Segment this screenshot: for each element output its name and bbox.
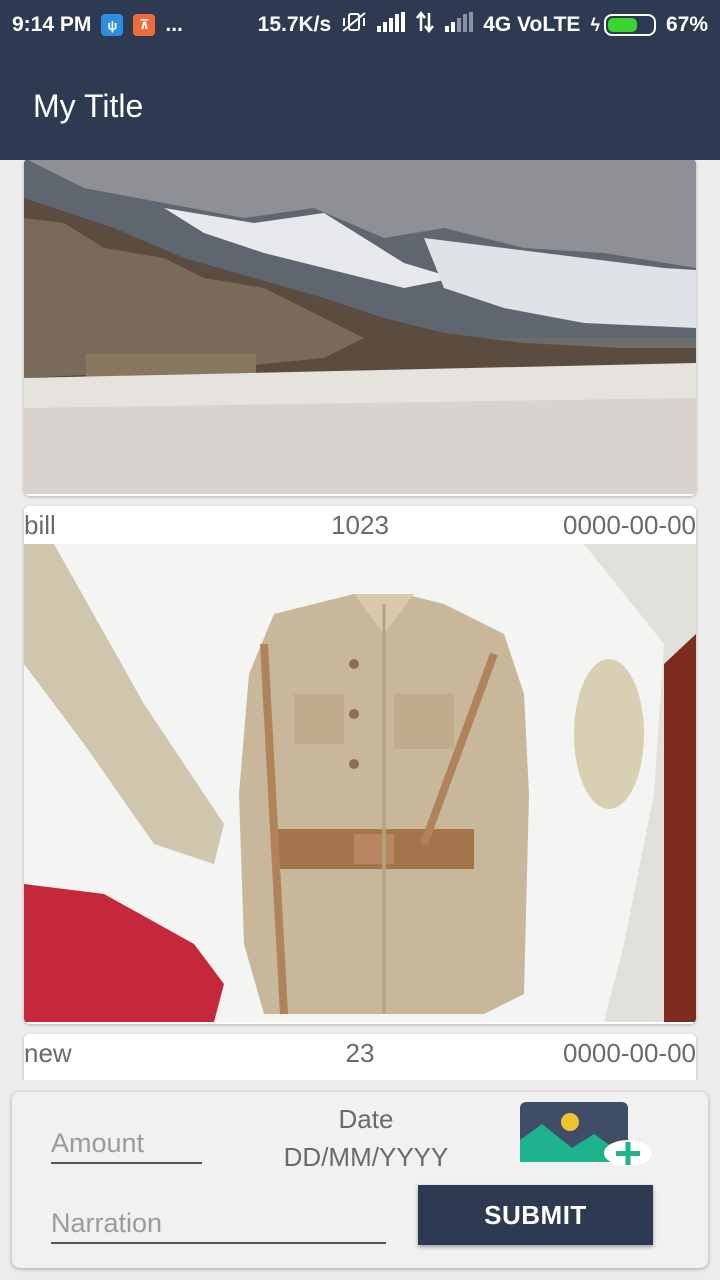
- battery-percent: 67%: [665, 13, 708, 36]
- signal-weak-icon: [445, 12, 474, 38]
- list-item[interactable]: new 23 0000-00-00: [24, 1034, 696, 1080]
- status-bar: 9:14 PM ψ ⊼ ... 15.7K/s 4G VoLTE ϟ 67%: [0, 0, 720, 50]
- item-name: bill: [24, 509, 56, 540]
- more-notifications: ...: [165, 13, 183, 36]
- entry-form: Date DD/MM/YYYY SUBMIT: [12, 1092, 708, 1268]
- usb-icon: ψ: [101, 14, 124, 36]
- list-item-header: new 23 0000-00-00: [24, 1034, 696, 1072]
- date-label: Date: [338, 1104, 394, 1134]
- jacket-photo: [24, 544, 696, 1022]
- network-type: 4G VoLTE: [483, 13, 581, 36]
- data-arrows-icon: [415, 10, 435, 39]
- vibrate-icon: [341, 11, 367, 39]
- amount-field[interactable]: [51, 1124, 202, 1164]
- battery-icon: ϟ: [590, 14, 656, 36]
- app-bar: My Title: [0, 50, 720, 160]
- mountain-photo: [24, 160, 696, 494]
- list-item-header: bill 1023 0000-00-00: [24, 506, 696, 544]
- page-title: My Title: [33, 88, 144, 124]
- charging-icon: ϟ: [590, 14, 600, 35]
- item-date: 0000-00-00: [563, 1037, 696, 1068]
- list-item[interactable]: bill 1023 0000-00-00: [24, 506, 696, 1024]
- add-photo-icon[interactable]: [520, 1102, 655, 1174]
- app-notification-icon: ⊼: [133, 14, 156, 36]
- item-name: new: [24, 1037, 72, 1068]
- item-date: 0000-00-00: [563, 509, 696, 540]
- screen: 9:14 PM ψ ⊼ ... 15.7K/s 4G VoLTE ϟ 67% M…: [0, 0, 720, 1280]
- submit-button[interactable]: SUBMIT: [418, 1185, 653, 1245]
- network-speed: 15.7K/s: [257, 13, 332, 36]
- narration-field[interactable]: [51, 1204, 386, 1244]
- list-item[interactable]: [24, 160, 696, 496]
- signal-icon: [377, 12, 406, 38]
- status-time: 9:14 PM: [12, 13, 92, 36]
- expense-list[interactable]: bill 1023 0000-00-00 new 23 0000-00-00: [0, 160, 720, 1080]
- date-picker[interactable]: DD/MM/YYYY: [266, 1142, 466, 1173]
